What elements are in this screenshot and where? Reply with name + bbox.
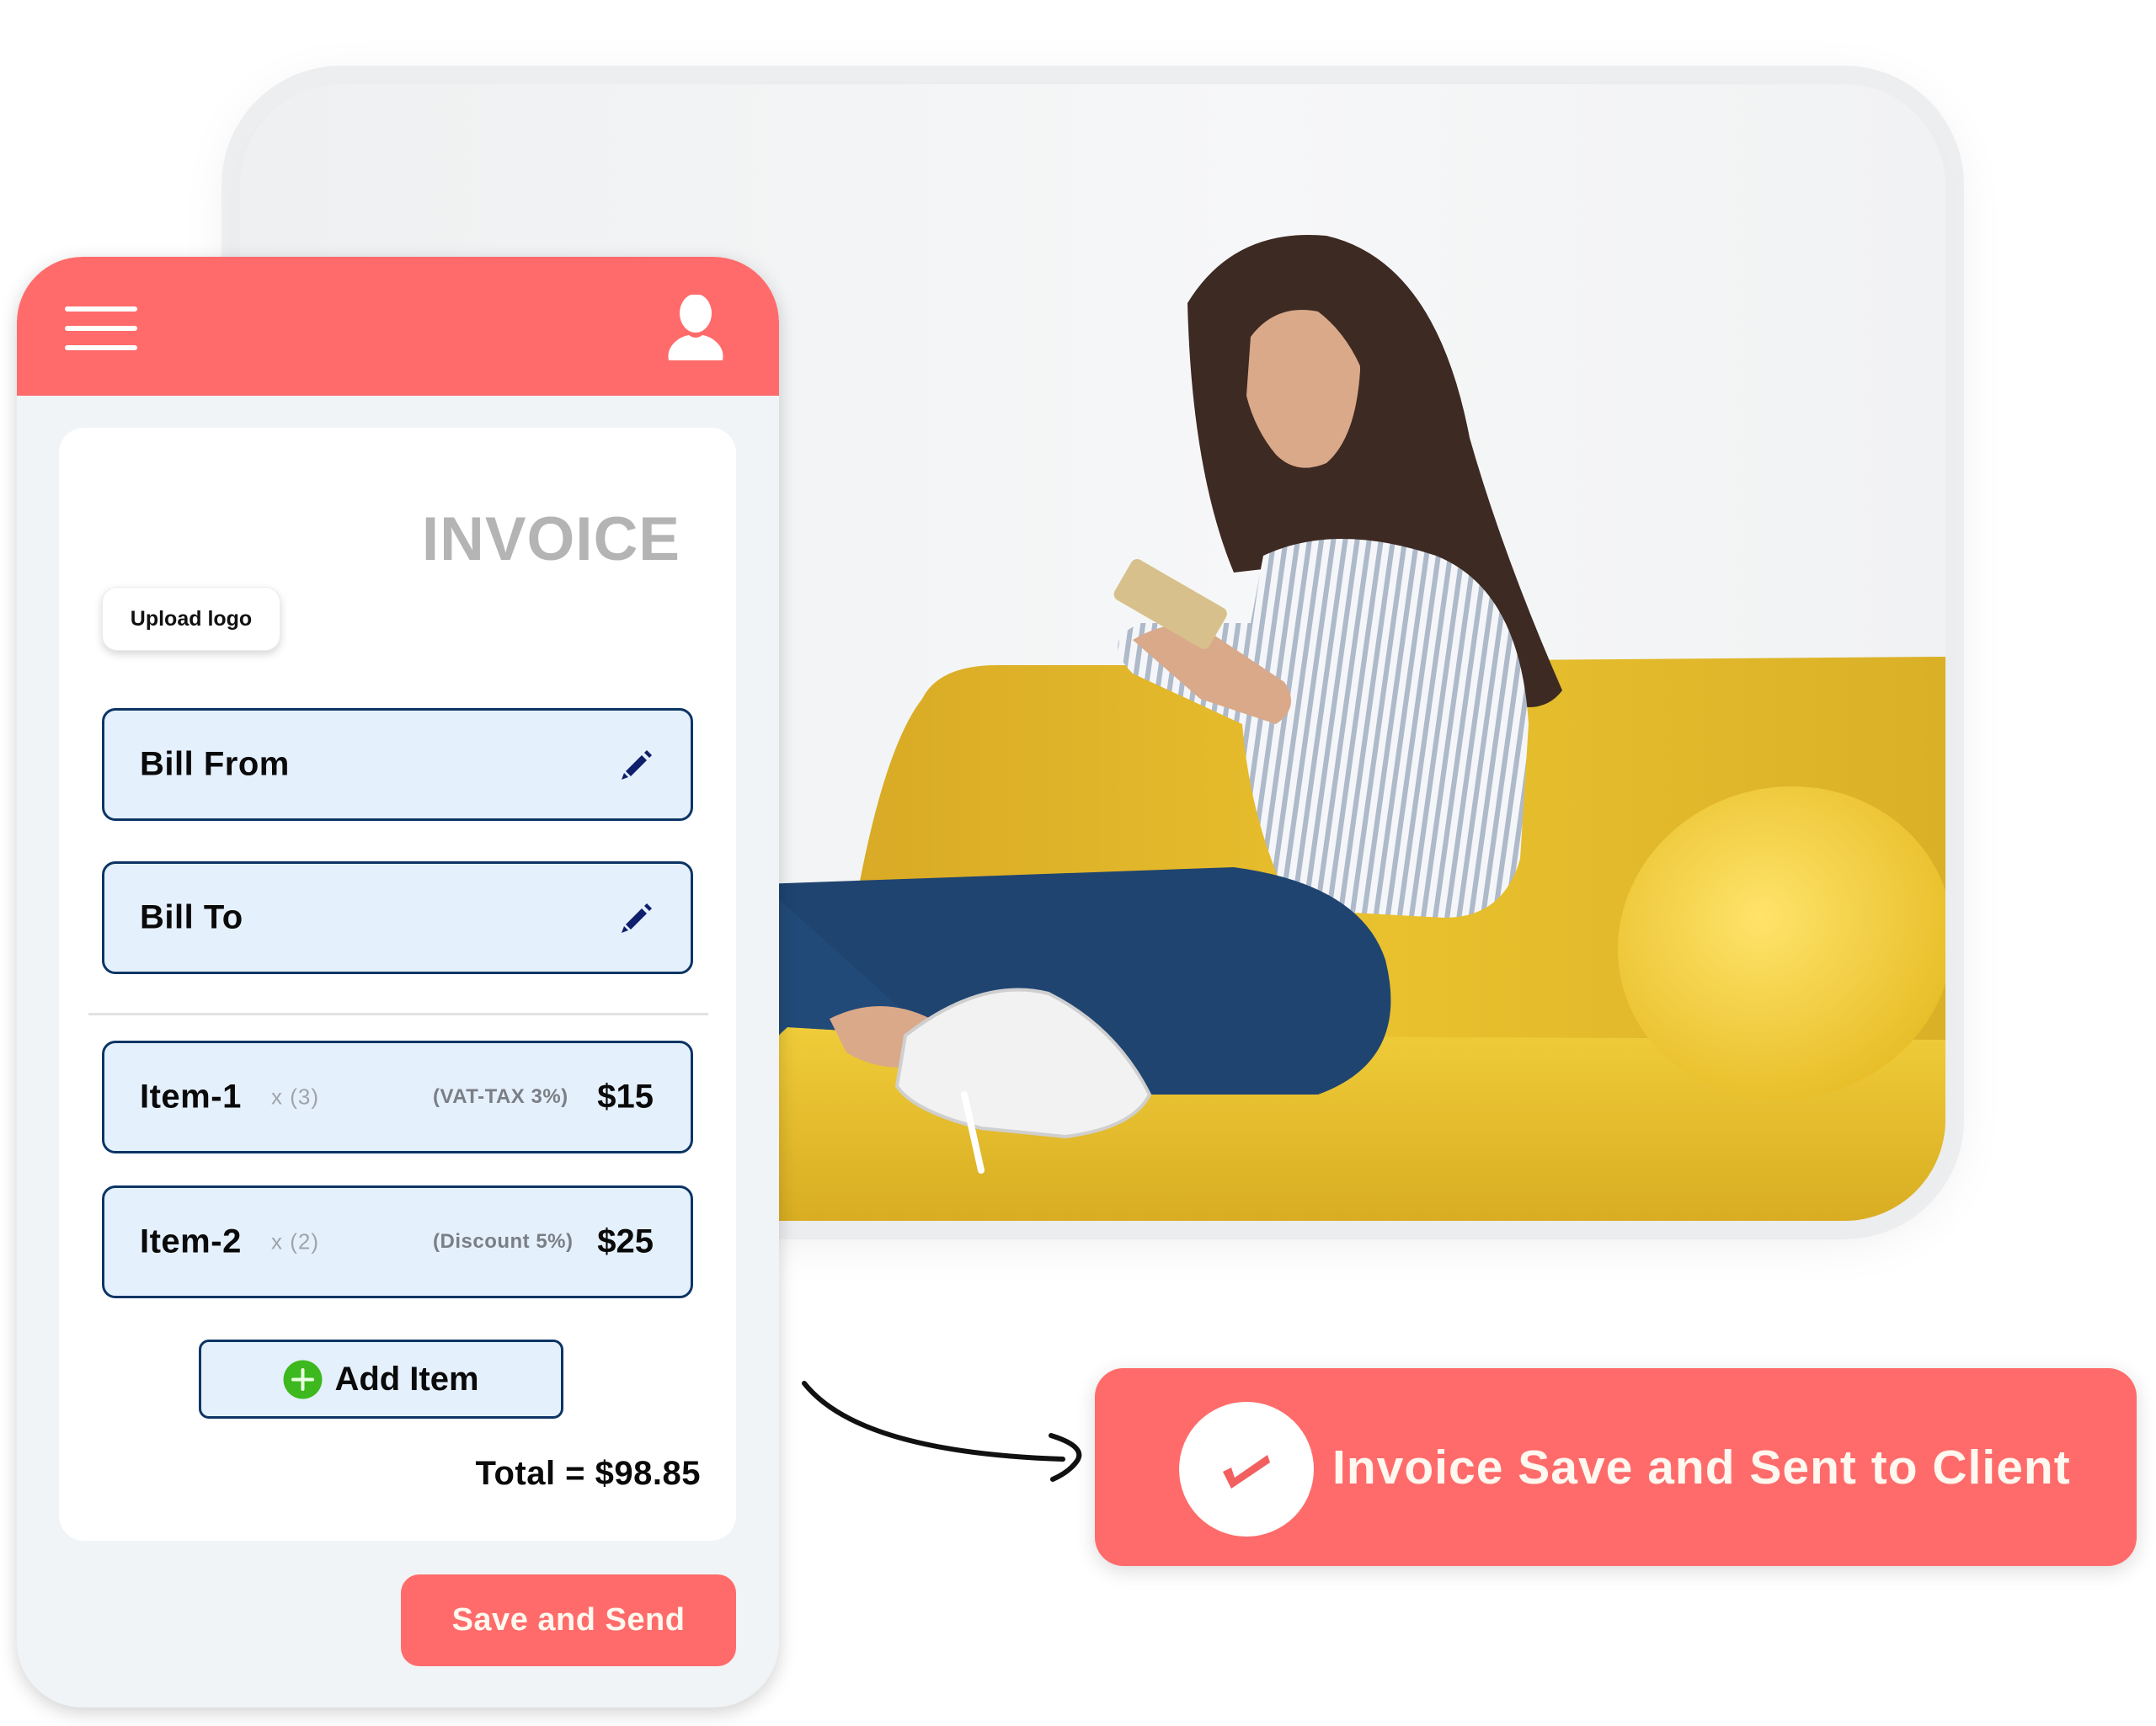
plus-circle-icon	[283, 1360, 323, 1398]
bill-to-label: Bill To	[140, 898, 243, 936]
arrow-icon	[802, 1381, 1082, 1482]
bill-from-label: Bill From	[140, 745, 290, 783]
item-name: Item-1	[140, 1078, 242, 1116]
item-price: $25	[597, 1223, 654, 1260]
phone-mockup: INVOICE Upload logo Bill From Bill To It…	[17, 257, 779, 1707]
item-quantity: x (3)	[271, 1084, 319, 1110]
save-and-send-button[interactable]: Save and Send	[401, 1574, 736, 1666]
section-divider	[88, 1013, 708, 1015]
pencil-icon[interactable]	[616, 901, 654, 938]
item-adjustment: (Discount 5%)	[433, 1230, 574, 1253]
user-profile-icon[interactable]	[664, 295, 728, 360]
invoice-form: INVOICE Upload logo Bill From Bill To It…	[59, 428, 736, 1541]
line-item[interactable]: Item-2 x (2) (Discount 5%) $25	[102, 1185, 693, 1298]
bill-to-field[interactable]: Bill To	[102, 861, 693, 974]
item-adjustment: (VAT-TAX 3%)	[433, 1085, 568, 1108]
invoice-title: INVOICE	[421, 505, 680, 573]
invoice-total: Total = $98.85	[475, 1455, 701, 1492]
pencil-icon[interactable]	[616, 748, 654, 785]
success-notification: Invoice Save and Sent to Client	[1095, 1368, 2137, 1566]
item-name: Item-2	[140, 1223, 242, 1260]
checkmark-icon	[1223, 1455, 1270, 1489]
hamburger-menu-icon[interactable]	[65, 306, 139, 352]
app-header	[17, 257, 779, 396]
bill-from-field[interactable]: Bill From	[102, 708, 693, 821]
add-item-label: Add Item	[334, 1360, 479, 1398]
add-item-button[interactable]: Add Item	[199, 1340, 563, 1419]
line-item[interactable]: Item-1 x (3) (VAT-TAX 3%) $15	[102, 1041, 693, 1153]
notification-message: Invoice Save and Sent to Client	[1332, 1440, 2071, 1494]
check-circle-icon	[1179, 1402, 1314, 1537]
item-quantity: x (2)	[271, 1228, 319, 1255]
item-price: $15	[597, 1078, 654, 1116]
upload-logo-button[interactable]: Upload logo	[102, 587, 280, 651]
